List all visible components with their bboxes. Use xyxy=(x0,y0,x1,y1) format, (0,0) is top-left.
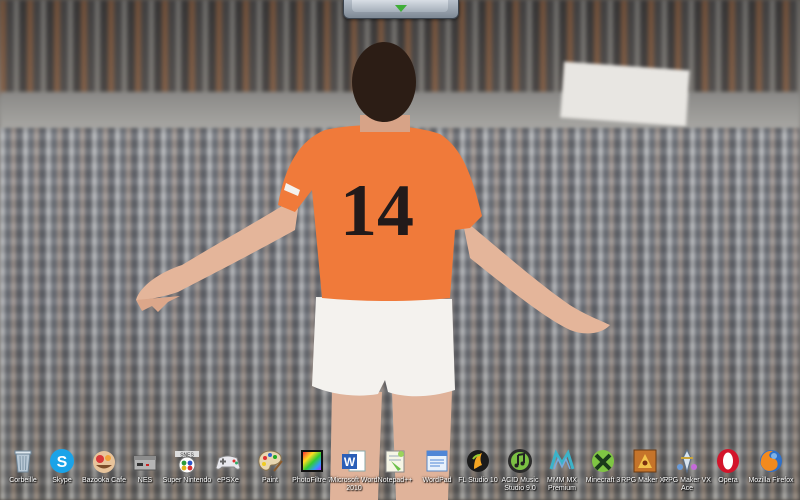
dock-item-paint[interactable]: Paint xyxy=(247,442,293,500)
paint-palette-icon xyxy=(256,447,284,475)
acid-music-icon xyxy=(506,447,534,475)
dock-item-rpg-maker-vx[interactable]: RPG Maker VX Ace xyxy=(663,442,711,500)
svg-text:W: W xyxy=(344,455,356,469)
minecraft-icon xyxy=(589,447,617,475)
dock-item-label: Mozilla Firefox xyxy=(748,477,794,484)
dock-item-opera[interactable]: Opera xyxy=(705,442,751,500)
wordpad-icon xyxy=(423,447,451,475)
photofiltre-icon xyxy=(298,447,326,475)
svg-text:S: S xyxy=(57,454,68,471)
dock-item-epsxe[interactable]: ePSXe xyxy=(205,442,251,500)
dock-item-minecraft[interactable]: Minecraft 3 xyxy=(580,442,626,500)
dock-item-word[interactable]: W Microsoft Word 2010 xyxy=(331,442,377,500)
dock-item-mmm-mx[interactable]: MMM MX Premium xyxy=(539,442,585,500)
dock-item-bazooka-cafe[interactable]: Bazooka Cafe xyxy=(81,442,127,500)
skype-icon: S xyxy=(48,447,76,475)
top-dock-tab[interactable] xyxy=(343,0,459,19)
notepad-plus-icon xyxy=(381,447,409,475)
dock-item-wordpad[interactable]: WordPad xyxy=(414,442,460,500)
opera-icon xyxy=(714,447,742,475)
super-nintendo-icon: SNES xyxy=(173,447,201,475)
bazooka-cafe-icon xyxy=(90,447,118,475)
rpg-maker-xp-icon xyxy=(631,447,659,475)
dock-item-super-nintendo[interactable]: SNES Super Nintendo xyxy=(163,442,211,500)
dock-item-notepad-plus[interactable]: Notepad++ xyxy=(372,442,418,500)
football-player: 14 xyxy=(136,42,610,500)
chevron-down-icon xyxy=(395,5,407,12)
rpg-maker-vx-icon xyxy=(673,447,701,475)
gamepad-icon xyxy=(214,447,242,475)
dock-item-firefox[interactable]: Mozilla Firefox xyxy=(748,442,794,500)
word-icon: W xyxy=(340,447,368,475)
mmm-mx-icon xyxy=(548,447,576,475)
trash-icon xyxy=(9,447,37,475)
fl-studio-icon xyxy=(464,447,492,475)
desktop-wallpaper: 14 xyxy=(0,0,800,500)
nes-console-icon xyxy=(131,447,159,475)
dock-item-skype[interactable]: S Skype xyxy=(39,442,85,500)
firefox-icon xyxy=(757,447,785,475)
jersey-number: 14 xyxy=(340,170,414,252)
dock-item-nes[interactable]: NES xyxy=(122,442,168,500)
desktop-dock: Corbeille S Skype Bazooka Cafe NES SNES … xyxy=(0,442,800,500)
